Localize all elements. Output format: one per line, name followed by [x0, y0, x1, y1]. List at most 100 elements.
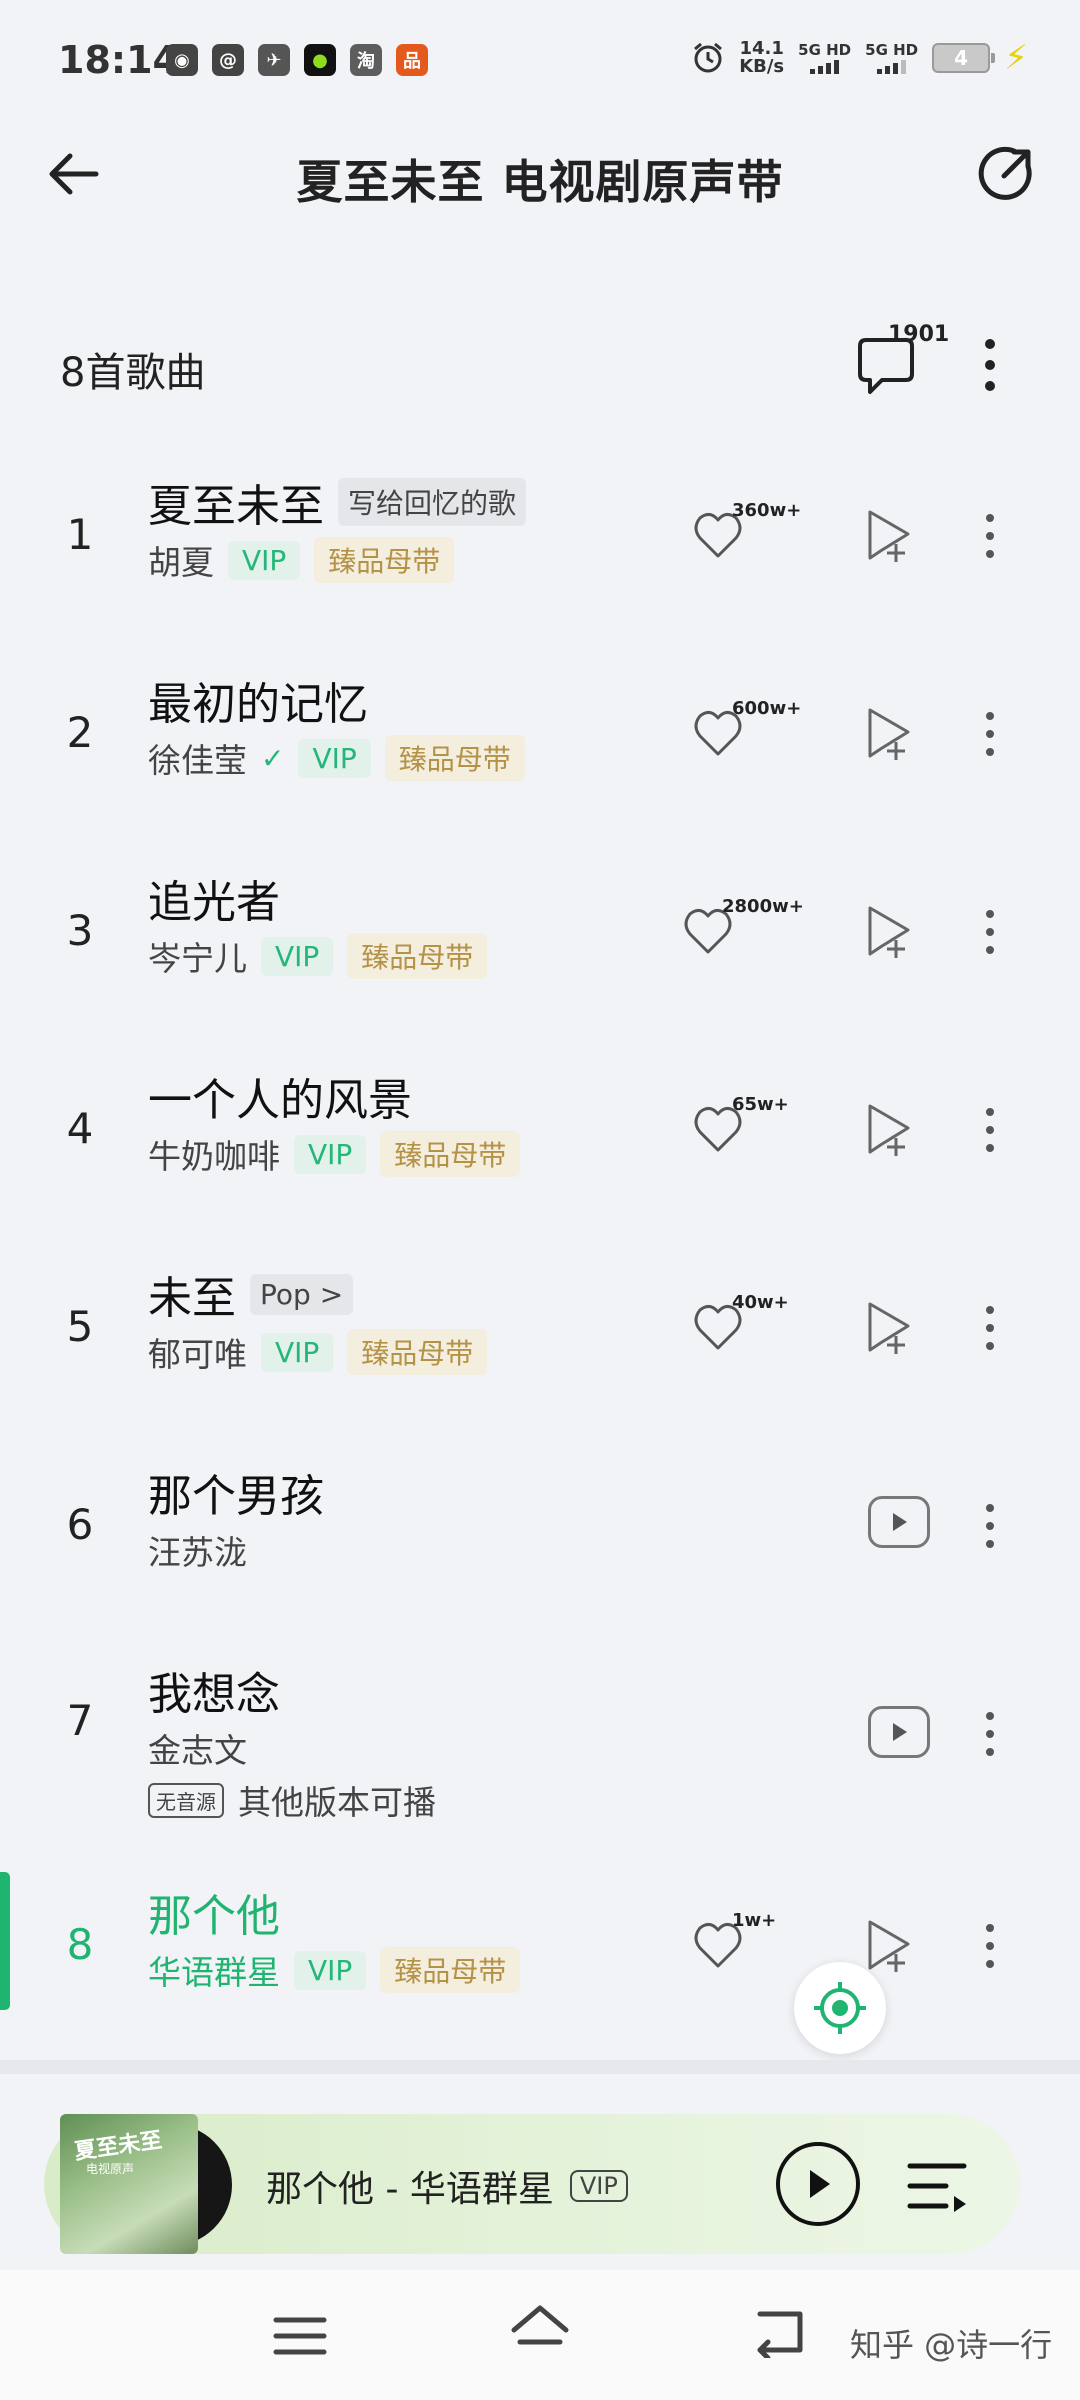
vip-badge: VIP: [228, 540, 301, 580]
vip-badge: VIP: [261, 936, 334, 976]
more-vertical-icon[interactable]: [975, 1298, 1005, 1358]
section-divider: [0, 2060, 1080, 2074]
mv-button[interactable]: [868, 1706, 930, 1758]
vip-badge: VIP: [298, 738, 371, 778]
more-vertical-icon[interactable]: [975, 1916, 1005, 1976]
playlist-queue-icon[interactable]: [906, 2156, 970, 2216]
play-video-icon: [893, 1723, 907, 1741]
now-playing-title: 那个他 - 华语群星: [266, 2169, 554, 2210]
network-speed: 14.1 KB/s: [739, 38, 785, 77]
song-row[interactable]: 5 未至 Pop > 郁可唯 VIP 臻品母带 40w+: [0, 1252, 1080, 1392]
album-cover[interactable]: 夏至未至 电视原声: [60, 2114, 198, 2254]
song-index: 6: [66, 1500, 94, 1549]
song-index: 4: [66, 1104, 94, 1153]
song-index: 2: [66, 708, 94, 757]
song-title: 夏至未至: [148, 481, 324, 532]
song-artist: 牛奶咖啡: [148, 1137, 280, 1176]
song-index: 5: [66, 1302, 94, 1351]
song-artist: 徐佳莹: [148, 741, 247, 780]
pinduoduo-app-icon: 品: [396, 44, 428, 76]
more-vertical-icon[interactable]: [975, 1496, 1005, 1556]
more-vertical-icon: [985, 339, 995, 391]
song-row[interactable]: 2 最初的记忆 徐佳莹 ✓ VIP 臻品母带 600w+: [0, 658, 1080, 798]
song-index: 8: [66, 1920, 94, 1969]
page-title: 夏至未至 电视剧原声带: [296, 155, 784, 209]
vip-badge: VIP: [294, 1950, 367, 1990]
song-artist: 胡夏: [148, 543, 214, 582]
play-next-icon[interactable]: [860, 704, 920, 764]
song-artist: 金志文: [148, 1731, 247, 1770]
list-more-button[interactable]: [970, 330, 1010, 400]
vip-badge: VIP: [261, 1332, 334, 1372]
song-title: 我想念: [148, 1669, 280, 1720]
taobao-app-icon: 淘: [350, 44, 382, 76]
more-vertical-icon[interactable]: [975, 902, 1005, 962]
alarm-icon: [694, 42, 723, 73]
target-icon: [814, 1982, 866, 2034]
home-icon[interactable]: [508, 2302, 572, 2360]
sim1-signal: 5G HD: [798, 42, 851, 74]
drone-app-icon: ✈: [258, 44, 290, 76]
song-index: 1: [66, 510, 94, 559]
master-quality-badge: 臻品母带: [347, 1329, 488, 1375]
play-next-icon[interactable]: [860, 1916, 920, 1976]
watermark: 知乎 @诗一行: [850, 2326, 1053, 2364]
master-quality-badge: 臻品母带: [347, 933, 488, 979]
song-title: 那个他: [148, 1891, 280, 1942]
master-quality-badge: 臻品母带: [380, 1947, 521, 1993]
mv-button[interactable]: [868, 1496, 930, 1548]
like-count: 40w+: [732, 1292, 789, 1313]
song-row-active[interactable]: 8 那个他 华语群星 VIP 臻品母带 1w+: [0, 1870, 1080, 2010]
more-vertical-icon[interactable]: [975, 1100, 1005, 1160]
green-dot-app-icon: ●: [304, 44, 336, 76]
song-artist: 汪苏泷: [148, 1533, 247, 1572]
song-artist: 华语群星: [148, 1953, 280, 1992]
sim2-signal: 5G HD: [865, 42, 918, 74]
comment-count: 1901: [888, 322, 950, 347]
play-next-icon[interactable]: [860, 1100, 920, 1160]
charging-icon: ⚡: [1004, 38, 1028, 78]
song-index: 7: [66, 1696, 94, 1745]
master-quality-badge: 臻品母带: [380, 1131, 521, 1177]
more-vertical-icon[interactable]: [975, 1704, 1005, 1764]
like-count: 360w+: [732, 500, 802, 521]
song-row[interactable]: 3 追光者 岑宁儿 VIP 臻品母带 2800w+: [0, 856, 1080, 996]
song-title: 追光者: [148, 877, 280, 928]
song-count: 8首歌曲: [60, 350, 206, 396]
song-title: 一个人的风景: [148, 1075, 412, 1126]
song-row[interactable]: 7 我想念 金志文 无音源 其他版本可播: [0, 1648, 1080, 1838]
locate-current-song-button[interactable]: [794, 1962, 886, 2054]
song-index: 3: [66, 906, 94, 955]
status-time: 18:14: [58, 38, 179, 82]
play-button[interactable]: [776, 2142, 860, 2226]
recent-apps-icon[interactable]: [270, 2314, 330, 2358]
genre-tag[interactable]: Pop >: [250, 1273, 354, 1315]
share-button[interactable]: [970, 138, 1042, 210]
more-vertical-icon[interactable]: [975, 704, 1005, 764]
song-tag[interactable]: 写给回忆的歌: [338, 478, 527, 526]
like-count: 65w+: [732, 1094, 789, 1115]
song-row[interactable]: 4 一个人的风景 牛奶咖啡 VIP 臻品母带 65w+: [0, 1054, 1080, 1194]
song-title: 最初的记忆: [148, 679, 368, 730]
battery-indicator: 4: [932, 43, 996, 73]
play-next-icon[interactable]: [860, 506, 920, 566]
play-next-icon[interactable]: [860, 1298, 920, 1358]
song-row[interactable]: 1 夏至未至 写给回忆的歌 胡夏 VIP 臻品母带 360w+: [0, 460, 1080, 600]
alternate-version-text[interactable]: 其他版本可播: [238, 1776, 436, 1824]
verified-icon: ✓: [261, 741, 285, 775]
more-vertical-icon[interactable]: [975, 506, 1005, 566]
song-row[interactable]: 6 那个男孩 汪苏泷: [0, 1450, 1080, 1590]
song-artist: 郁可唯: [148, 1335, 247, 1374]
globe-app-icon: ◉: [166, 44, 198, 76]
no-source-badge: 无音源: [148, 1782, 224, 1818]
back-nav-icon[interactable]: [750, 2306, 810, 2358]
status-bar: 18:14 ◉ @ ✈ ● 淘 品 14.1 KB/s 5G HD 5G HD …: [0, 0, 1080, 124]
mail-app-icon: @: [212, 44, 244, 76]
play-next-icon[interactable]: [860, 902, 920, 962]
share-icon: [978, 146, 1032, 200]
master-quality-badge: 臻品母带: [314, 537, 455, 583]
song-title: 未至: [148, 1273, 236, 1324]
now-playing-info[interactable]: 那个他 - 华语群星 VIP: [266, 2160, 628, 2212]
notification-icons: ◉ @ ✈ ● 淘 品: [166, 44, 428, 76]
play-icon: [810, 2170, 830, 2198]
